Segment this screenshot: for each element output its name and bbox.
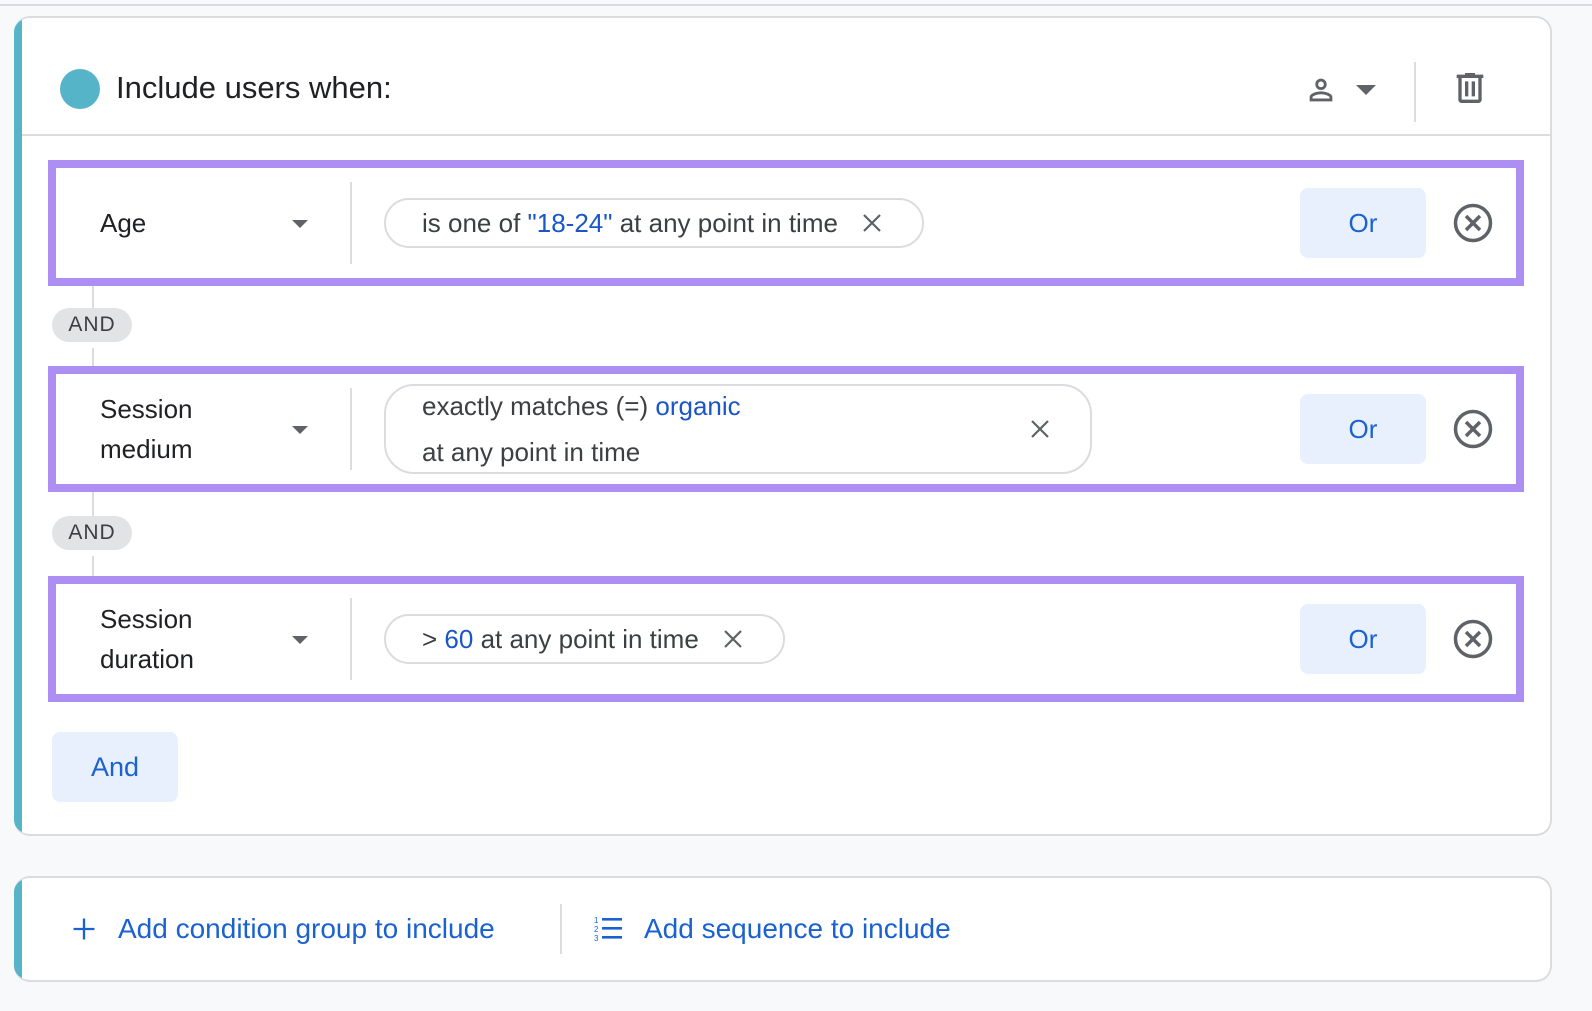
divider — [350, 598, 352, 680]
numbered-list-icon: 1 2 3 — [594, 916, 622, 943]
or-button[interactable]: Or — [1300, 188, 1426, 258]
dimension-select[interactable]: Age — [100, 168, 300, 278]
remove-condition-icon[interactable] — [1452, 618, 1494, 660]
add-condition-group-link[interactable]: Add condition group to include — [70, 878, 495, 980]
remove-condition-icon[interactable] — [1452, 202, 1494, 244]
or-button[interactable]: Or — [1300, 394, 1426, 464]
person-icon — [1309, 78, 1333, 102]
close-icon[interactable] — [721, 627, 745, 651]
value-text: "18-24" — [527, 208, 613, 238]
dimension-label: Session medium — [100, 394, 193, 464]
connector-line — [92, 348, 94, 366]
condition-chip[interactable]: exactly matches (=) organic at any point … — [384, 384, 1092, 474]
add-sequence-label: Add sequence to include — [644, 913, 951, 944]
close-icon[interactable] — [1028, 417, 1052, 441]
trash-icon[interactable] — [1450, 68, 1490, 108]
and-button[interactable]: And — [52, 732, 178, 802]
divider — [350, 182, 352, 264]
group-header: Include users when: — [22, 18, 1550, 136]
chevron-down-icon — [292, 636, 308, 644]
and-connector-badge: AND — [52, 308, 132, 342]
scope-dropdown[interactable] — [1304, 68, 1390, 112]
add-options-bar: Add condition group to include 1 2 3 Add… — [14, 876, 1552, 982]
add-condition-group-label: Add condition group to include — [118, 913, 495, 944]
svg-text:1: 1 — [594, 916, 599, 925]
dimension-label: Session duration — [100, 604, 194, 674]
condition-chip[interactable]: is one of "18-24" at any point in time — [384, 198, 924, 248]
remove-condition-icon[interactable] — [1452, 408, 1494, 450]
group-title: Include users when: — [116, 70, 392, 105]
value-text: organic — [655, 391, 741, 421]
chevron-down-icon — [292, 220, 308, 228]
footer-divider — [560, 904, 562, 954]
svg-text:3: 3 — [594, 934, 599, 943]
group-color-dot — [60, 69, 100, 109]
close-icon[interactable] — [860, 211, 884, 235]
dimension-select[interactable]: Session medium — [100, 374, 300, 484]
time-scope-text: at any point in time — [612, 208, 838, 238]
and-connector-badge: AND — [52, 516, 132, 550]
condition-row: Session duration > 60 at any point in ti… — [48, 576, 1524, 702]
svg-text:2: 2 — [594, 925, 599, 934]
dimension-label: Age — [100, 208, 147, 238]
divider — [350, 388, 352, 470]
dimension-select[interactable]: Session duration — [100, 584, 300, 694]
operator-text: exactly matches (=) — [422, 391, 656, 421]
condition-row: Session medium exactly matches (=) organ… — [48, 366, 1524, 492]
condition-row: Age is one of "18-24" at any point in ti… — [48, 160, 1524, 286]
value-text: 60 — [444, 624, 474, 654]
connector-line — [92, 492, 94, 516]
connector-line — [92, 556, 94, 576]
operator-text: > — [422, 624, 445, 654]
condition-chip[interactable]: > 60 at any point in time — [384, 614, 785, 664]
chevron-down-icon — [292, 426, 308, 434]
plus-icon — [73, 918, 95, 940]
include-condition-group: Include users when: Age is one of "18-24… — [14, 16, 1552, 836]
top-divider — [0, 4, 1592, 6]
operator-text: is one of — [422, 208, 528, 238]
connector-line — [92, 286, 94, 308]
time-scope-text: at any point in time — [473, 624, 699, 654]
header-divider — [1414, 62, 1416, 122]
add-sequence-link[interactable]: 1 2 3 Add sequence to include — [594, 878, 951, 980]
time-scope-text: at any point in time — [422, 437, 641, 467]
or-button[interactable]: Or — [1300, 604, 1426, 674]
chevron-down-icon — [1356, 85, 1376, 95]
